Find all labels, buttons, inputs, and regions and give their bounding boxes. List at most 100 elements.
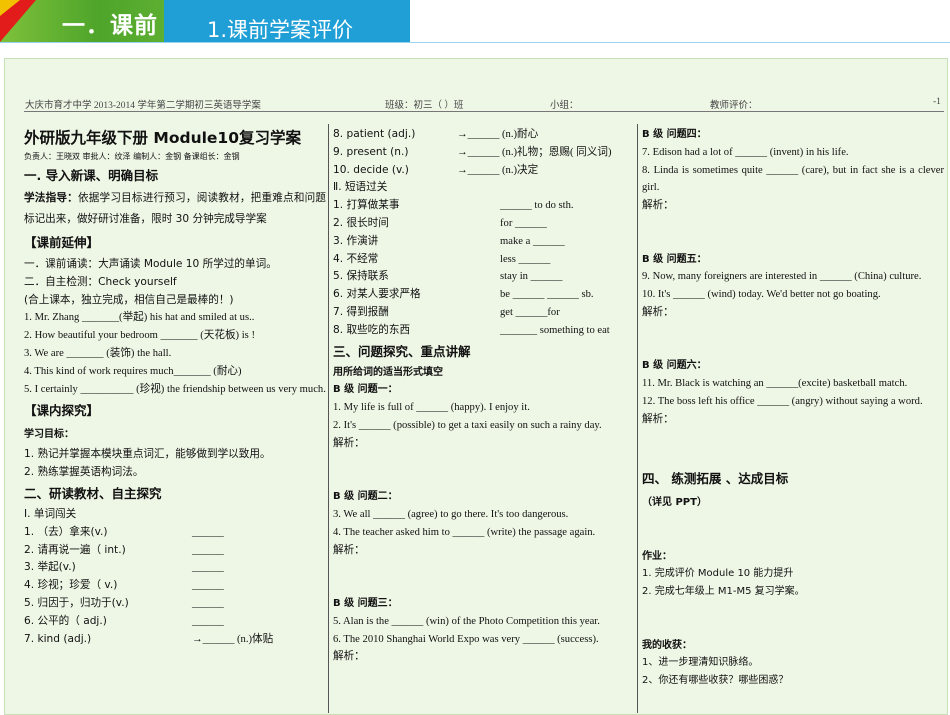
exercise-item: 5. I certainly __________ (珍视) the frien… <box>24 383 326 395</box>
question-item: 11. Mr. Black is watching an ______(exci… <box>642 378 908 390</box>
phrase-item: 6. 对某人要求严格 be ______ ______ sb. <box>333 286 635 304</box>
vocab-item-prompt: 1. （去）拿来(v.) <box>24 525 108 538</box>
question-item: 2. It's ______ (possible) to get a taxi … <box>333 419 602 431</box>
header-rule <box>24 111 944 112</box>
homework-item: 2. 完成七年级上 M1-M5 复习学案。 <box>642 586 805 598</box>
section-heading-4: 四、 练测拓展 、达成目标 <box>642 471 789 487</box>
question-item: 9. Now, many foreigners are interested i… <box>642 271 922 283</box>
question-group-heading: B 级 问题五： <box>642 253 707 265</box>
vocab-item: 6. 公平的（ adj.) ______ <box>24 613 326 631</box>
section-heading-2: 二、研读教材、自主探究 <box>24 485 162 501</box>
phrase-item-prompt: 1. 打算做某事 <box>333 199 400 212</box>
vocab-item: 5. 归因于，归功于(v.) ______ <box>24 595 326 613</box>
phrase-item: 4. 不经常 less ______ <box>333 251 635 269</box>
question-item: 6. The 2010 Shanghai World Expo was very… <box>333 633 599 645</box>
question-item: 1. My life is full of ______ (happy). I … <box>333 402 530 414</box>
phrase-item-answer: _______ something to eat <box>500 324 610 336</box>
analysis-label: 解析： <box>333 436 365 449</box>
vocab-item: 7. kind (adj.) →______ (n.)体贴 <box>24 631 326 649</box>
see-ppt-note: （详见 PPT） <box>642 497 707 509</box>
question-item: 12. The boss left his office ______ (ang… <box>642 395 923 407</box>
phrase-item: 2. 很长时间 for ______ <box>333 215 635 233</box>
phrase-item-answer: ______ to do sth. <box>500 200 574 212</box>
word-item: 10. decide (v.) →______ (n.)决定 <box>333 162 635 180</box>
gains-item: 2、你还有哪些收获？哪些困惑？ <box>642 675 789 687</box>
phrase-item-prompt: 5. 保持联系 <box>333 270 389 283</box>
gains-heading: 我的收获： <box>642 639 692 651</box>
extension-item: 二．自主检测：Check yourself <box>24 275 177 288</box>
phrase-list: 1. 打算做某事 ______ to do sth. 2. 很长时间 for ____… <box>333 197 635 339</box>
vocab-item-answer: ______ <box>192 562 224 574</box>
vocab-item: 2. 请再说一遍（ int.) ______ <box>24 542 326 560</box>
phrase-item-answer: be ______ ______ sb. <box>500 289 594 301</box>
class-field: 班级：初三（ ）班 <box>385 101 464 111</box>
worksheet-title: 外研版九年级下册 Module10复习学案 <box>24 129 301 147</box>
phrase-item-prompt: 3. 作演讲 <box>333 234 379 247</box>
vocab-item-prompt: 3. 举起(v.) <box>24 561 76 574</box>
phrase-item: 7. 得到报酬 get ______for <box>333 304 635 322</box>
word-item-prompt: 9. present (n.) <box>333 145 409 158</box>
vocab-item: 4. 珍视；珍爱（ v.) ______ <box>24 577 326 595</box>
phrase-item-answer: for ______ <box>500 217 547 229</box>
analysis-label: 解析： <box>333 650 365 663</box>
staff-line: 负责人：王晓双 审批人：纹泽 编制人：金钢 备课组长：金钢 <box>24 152 240 161</box>
vocab-item-prompt: 7. kind (adj.) <box>24 632 92 645</box>
exercise-item: 2. How beautiful your bedroom _______ (天… <box>24 330 255 342</box>
extension-heading: 【课前延伸】 <box>24 235 100 250</box>
vocab-item: 1. （去）拿来(v.) ______ <box>24 524 326 542</box>
fill-heading: 用所给词的适当形式填空 <box>333 366 443 378</box>
exercise-item: 4. This kind of work requires much______… <box>24 365 242 377</box>
vocab-item-answer: ______ <box>192 615 224 627</box>
phrase-item: 1. 打算做某事 ______ to do sth. <box>333 197 635 215</box>
section-label: 一．课前 <box>62 13 158 39</box>
column-1: 外研版九年级下册 Module10复习学案 负责人：王晓双 审批人：纹泽 编制人… <box>24 126 326 648</box>
exercise-item: 3. We are _______ (装饰) the hall. <box>24 347 172 359</box>
vocab-item-prompt: 4. 珍视；珍爱（ v.) <box>24 579 118 592</box>
phrase-item: 8. 取些吃的东西 _______ something to eat <box>333 322 635 340</box>
column-divider <box>328 124 329 713</box>
column-2: 8. patient (adj.) →______ (n.)耐心 9. presen… <box>333 126 635 666</box>
vocab-item-answer: →______ (n.)体贴 <box>192 633 274 645</box>
vocab-list: 1. （去）拿来(v.) ______ 2. 请再说一遍（ int.) ______ 3… <box>24 524 326 649</box>
homework-heading: 作业： <box>642 550 672 562</box>
word-item-answer: →______ (n.)决定 <box>457 164 539 176</box>
slide-title-bar: 一．课前 1.课前学案评价 <box>0 0 410 42</box>
homework-item: 1. 完成评价 Module 10 能力提升 <box>642 568 794 580</box>
vocab-item-prompt: 6. 公平的（ adj.) <box>24 614 107 627</box>
teacher-eval-field: 教师评价： <box>710 101 758 111</box>
divider <box>0 42 950 43</box>
analysis-label: 解析： <box>642 412 674 425</box>
goal-item: 1. 熟记并掌握本模块重点词汇，能够做到学以致用。 <box>24 448 271 461</box>
word-item: 9. present (n.) →______ (n.)礼物；恩赐( 同义词) <box>333 144 635 162</box>
phrase-item-answer: make a ______ <box>500 235 565 247</box>
vocab-item-answer: ______ <box>192 580 224 592</box>
analysis-label: 解析： <box>642 199 674 212</box>
method-paragraph: 学法指导：依据学习目标进行预习，阅读教材，把重难点和问题标记出来，做好研讨准备，… <box>24 188 326 230</box>
method-label: 学法指导： <box>24 192 78 204</box>
group-field: 小组： <box>550 101 579 111</box>
section-heading-1: 一. 导入新课、明确目标 <box>24 168 159 183</box>
column-3: B 级 问题四： 7. Edison had a lot of ______ (… <box>642 126 944 690</box>
question-item: 7. Edison had a lot of ______ (invent) i… <box>642 146 849 158</box>
question-item: 8. Linda is sometimes quite ______ (care… <box>642 164 944 194</box>
column-divider <box>637 124 638 713</box>
extension-item: (合上课本，独立完成，相信自己是最棒的！) <box>24 293 234 306</box>
question-item: 10. It's ______ (wind) today. We'd bette… <box>642 289 881 301</box>
section-heading-3: 三、问题探究、重点讲解 <box>333 343 471 359</box>
school-name: 大庆市育才中学 2013-2014 学年第二学期初三英语导学案 <box>25 101 261 111</box>
phrase-item: 5. 保持联系 stay in ______ <box>333 268 635 286</box>
vocab-item-prompt: 5. 归因于，归功于(v.) <box>24 596 129 609</box>
phrase-item-prompt: 6. 对某人要求严格 <box>333 288 421 301</box>
analysis-label: 解析： <box>642 305 674 318</box>
question-group-heading: B 级 问题六： <box>642 360 707 372</box>
goal-item: 2. 熟练掌握英语构词法。 <box>24 466 144 479</box>
vocab-heading: Ⅰ. 单词闯关 <box>24 507 77 520</box>
page-number: -1 <box>933 97 941 107</box>
